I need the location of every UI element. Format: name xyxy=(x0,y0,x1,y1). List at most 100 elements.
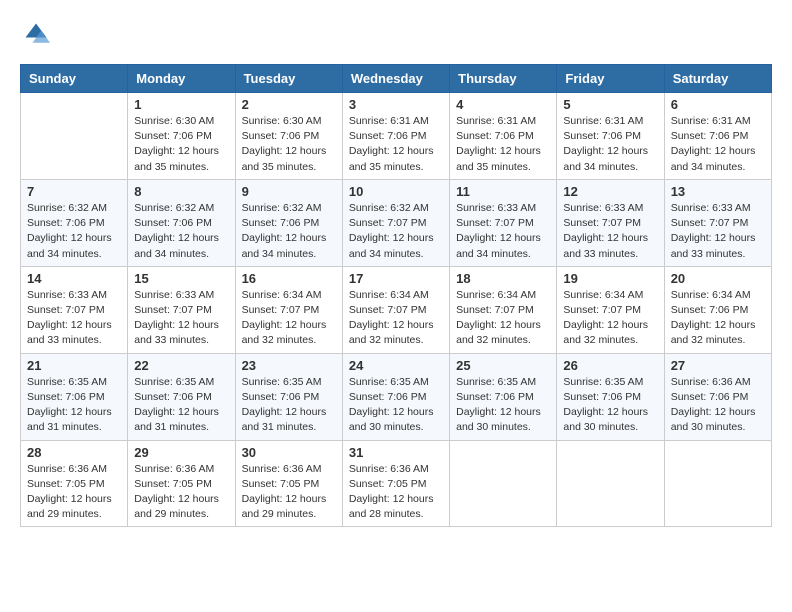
day-info: Sunrise: 6:33 AM Sunset: 7:07 PM Dayligh… xyxy=(27,288,121,349)
calendar-cell: 27 Sunrise: 6:36 AM Sunset: 7:06 PM Dayli… xyxy=(664,353,771,440)
day-info: Sunrise: 6:36 AM Sunset: 7:06 PM Dayligh… xyxy=(671,375,765,436)
day-info: Sunrise: 6:31 AM Sunset: 7:06 PM Dayligh… xyxy=(671,114,765,175)
day-number: 3 xyxy=(349,97,443,112)
day-info: Sunrise: 6:31 AM Sunset: 7:06 PM Dayligh… xyxy=(349,114,443,175)
calendar-week-row: 21 Sunrise: 6:35 AM Sunset: 7:06 PM Dayli… xyxy=(21,353,772,440)
calendar-cell: 24Sunrise: 6:35 AM Sunset: 7:06 PM Dayli… xyxy=(342,353,449,440)
calendar-cell: 10 Sunrise: 6:32 AM Sunset: 7:07 PM Dayli… xyxy=(342,179,449,266)
day-info: Sunrise: 6:36 AM Sunset: 7:05 PM Dayligh… xyxy=(134,462,228,523)
logo xyxy=(20,20,54,48)
col-header-tuesday: Tuesday xyxy=(235,65,342,93)
day-info: Sunrise: 6:32 AM Sunset: 7:06 PM Dayligh… xyxy=(242,201,336,262)
day-number: 27 xyxy=(671,358,765,373)
col-header-sunday: Sunday xyxy=(21,65,128,93)
day-info: Sunrise: 6:32 AM Sunset: 7:06 PM Dayligh… xyxy=(134,201,228,262)
calendar-cell: 6 Sunrise: 6:31 AM Sunset: 7:06 PM Daylig… xyxy=(664,93,771,180)
day-number: 1 xyxy=(134,97,228,112)
calendar-cell: 11 Sunrise: 6:33 AM Sunset: 7:07 PM Dayli… xyxy=(450,179,557,266)
day-number: 23 xyxy=(242,358,336,373)
day-info: Sunrise: 6:34 AM Sunset: 7:07 PM Dayligh… xyxy=(563,288,657,349)
calendar-header-row: SundayMondayTuesdayWednesdayThursdayFrid… xyxy=(21,65,772,93)
day-number: 8 xyxy=(134,184,228,199)
day-number: 11 xyxy=(456,184,550,199)
calendar-cell: 19 Sunrise: 6:34 AM Sunset: 7:07 PM Dayli… xyxy=(557,266,664,353)
calendar-cell: 2 Sunrise: 6:30 AM Sunset: 7:06 PM Daylig… xyxy=(235,93,342,180)
calendar-cell: 3 Sunrise: 6:31 AM Sunset: 7:06 PM Daylig… xyxy=(342,93,449,180)
calendar-cell xyxy=(557,440,664,527)
day-number: 7 xyxy=(27,184,121,199)
day-info: Sunrise: 6:30 AM Sunset: 7:06 PM Dayligh… xyxy=(134,114,228,175)
day-number: 28 xyxy=(27,445,121,460)
page: SundayMondayTuesdayWednesdayThursdayFrid… xyxy=(0,0,792,547)
day-number: 5 xyxy=(563,97,657,112)
day-info: Sunrise: 6:33 AM Sunset: 7:07 PM Dayligh… xyxy=(671,201,765,262)
calendar-cell: 7 Sunrise: 6:32 AM Sunset: 7:06 PM Daylig… xyxy=(21,179,128,266)
day-info: Sunrise: 6:33 AM Sunset: 7:07 PM Dayligh… xyxy=(134,288,228,349)
day-number: 10 xyxy=(349,184,443,199)
day-number: 25 xyxy=(456,358,550,373)
calendar-week-row: 28 Sunrise: 6:36 AM Sunset: 7:05 PM Dayli… xyxy=(21,440,772,527)
day-info: Sunrise: 6:34 AM Sunset: 7:07 PM Dayligh… xyxy=(349,288,443,349)
calendar-cell: 4 Sunrise: 6:31 AM Sunset: 7:06 PM Daylig… xyxy=(450,93,557,180)
col-header-wednesday: Wednesday xyxy=(342,65,449,93)
day-info: Sunrise: 6:32 AM Sunset: 7:07 PM Dayligh… xyxy=(349,201,443,262)
day-number: 14 xyxy=(27,271,121,286)
day-number: 2 xyxy=(242,97,336,112)
day-number: 21 xyxy=(27,358,121,373)
day-info: Sunrise: 6:30 AM Sunset: 7:06 PM Dayligh… xyxy=(242,114,336,175)
day-info: Sunrise: 6:36 AM Sunset: 7:05 PM Dayligh… xyxy=(242,462,336,523)
day-info: Sunrise: 6:34 AM Sunset: 7:07 PM Dayligh… xyxy=(456,288,550,349)
calendar-cell: 15 Sunrise: 6:33 AM Sunset: 7:07 PM Dayli… xyxy=(128,266,235,353)
header xyxy=(20,20,772,48)
calendar-cell: 13 Sunrise: 6:33 AM Sunset: 7:07 PM Dayli… xyxy=(664,179,771,266)
col-header-monday: Monday xyxy=(128,65,235,93)
day-info: Sunrise: 6:31 AM Sunset: 7:06 PM Dayligh… xyxy=(456,114,550,175)
col-header-saturday: Saturday xyxy=(664,65,771,93)
day-info: Sunrise: 6:35 AM Sunset: 7:06 PM Dayligh… xyxy=(242,375,336,436)
day-number: 13 xyxy=(671,184,765,199)
calendar-cell: 25 Sunrise: 6:35 AM Sunset: 7:06 PM Dayli… xyxy=(450,353,557,440)
day-number: 6 xyxy=(671,97,765,112)
calendar-week-row: 1 Sunrise: 6:30 AM Sunset: 7:06 PM Daylig… xyxy=(21,93,772,180)
calendar-cell: 23 Sunrise: 6:35 AM Sunset: 7:06 PM Dayli… xyxy=(235,353,342,440)
day-number: 18 xyxy=(456,271,550,286)
day-number: 26 xyxy=(563,358,657,373)
day-number: 31 xyxy=(349,445,443,460)
day-info: Sunrise: 6:35 AM Sunset: 7:06 PM Dayligh… xyxy=(456,375,550,436)
day-info: Sunrise: 6:35 AM Sunset: 7:06 PM Dayligh… xyxy=(27,375,121,436)
day-number: 15 xyxy=(134,271,228,286)
calendar-cell: 8 Sunrise: 6:32 AM Sunset: 7:06 PM Daylig… xyxy=(128,179,235,266)
day-info: Sunrise: 6:31 AM Sunset: 7:06 PM Dayligh… xyxy=(563,114,657,175)
calendar-cell: 20 Sunrise: 6:34 AM Sunset: 7:06 PM Dayli… xyxy=(664,266,771,353)
calendar-cell: 28Sunrise: 6:36 AM Sunset: 7:05 PM Dayli… xyxy=(21,440,128,527)
calendar-cell: 22Sunrise: 6:35 AM Sunset: 7:06 PM Dayli… xyxy=(128,353,235,440)
day-info: Sunrise: 6:36 AM Sunset: 7:05 PM Dayligh… xyxy=(349,462,443,523)
calendar-cell: 9 Sunrise: 6:32 AM Sunset: 7:06 PM Daylig… xyxy=(235,179,342,266)
day-info: Sunrise: 6:35 AM Sunset: 7:06 PM Dayligh… xyxy=(134,375,228,436)
day-number: 9 xyxy=(242,184,336,199)
day-number: 20 xyxy=(671,271,765,286)
calendar-cell: 18 Sunrise: 6:34 AM Sunset: 7:07 PM Dayli… xyxy=(450,266,557,353)
calendar-cell: 31 Sunrise: 6:36 AM Sunset: 7:05 PM Dayli… xyxy=(342,440,449,527)
day-number: 4 xyxy=(456,97,550,112)
calendar-cell: 12Sunrise: 6:33 AM Sunset: 7:07 PM Dayli… xyxy=(557,179,664,266)
day-info: Sunrise: 6:35 AM Sunset: 7:06 PM Dayligh… xyxy=(563,375,657,436)
calendar-cell: 21 Sunrise: 6:35 AM Sunset: 7:06 PM Dayli… xyxy=(21,353,128,440)
day-info: Sunrise: 6:34 AM Sunset: 7:06 PM Dayligh… xyxy=(671,288,765,349)
calendar-cell xyxy=(21,93,128,180)
day-number: 30 xyxy=(242,445,336,460)
calendar-cell: 14 Sunrise: 6:33 AM Sunset: 7:07 PM Dayli… xyxy=(21,266,128,353)
calendar-cell: 29 Sunrise: 6:36 AM Sunset: 7:05 PM Dayli… xyxy=(128,440,235,527)
calendar-cell: 17Sunrise: 6:34 AM Sunset: 7:07 PM Dayli… xyxy=(342,266,449,353)
day-number: 29 xyxy=(134,445,228,460)
day-info: Sunrise: 6:33 AM Sunset: 7:07 PM Dayligh… xyxy=(456,201,550,262)
calendar-cell: 16Sunrise: 6:34 AM Sunset: 7:07 PM Dayli… xyxy=(235,266,342,353)
day-info: Sunrise: 6:34 AM Sunset: 7:07 PM Dayligh… xyxy=(242,288,336,349)
day-number: 19 xyxy=(563,271,657,286)
day-info: Sunrise: 6:32 AM Sunset: 7:06 PM Dayligh… xyxy=(27,201,121,262)
day-number: 24 xyxy=(349,358,443,373)
calendar-cell: 1 Sunrise: 6:30 AM Sunset: 7:06 PM Daylig… xyxy=(128,93,235,180)
calendar-cell: 5 Sunrise: 6:31 AM Sunset: 7:06 PM Daylig… xyxy=(557,93,664,180)
logo-icon xyxy=(22,20,50,48)
calendar-cell: 26 Sunrise: 6:35 AM Sunset: 7:06 PM Dayli… xyxy=(557,353,664,440)
